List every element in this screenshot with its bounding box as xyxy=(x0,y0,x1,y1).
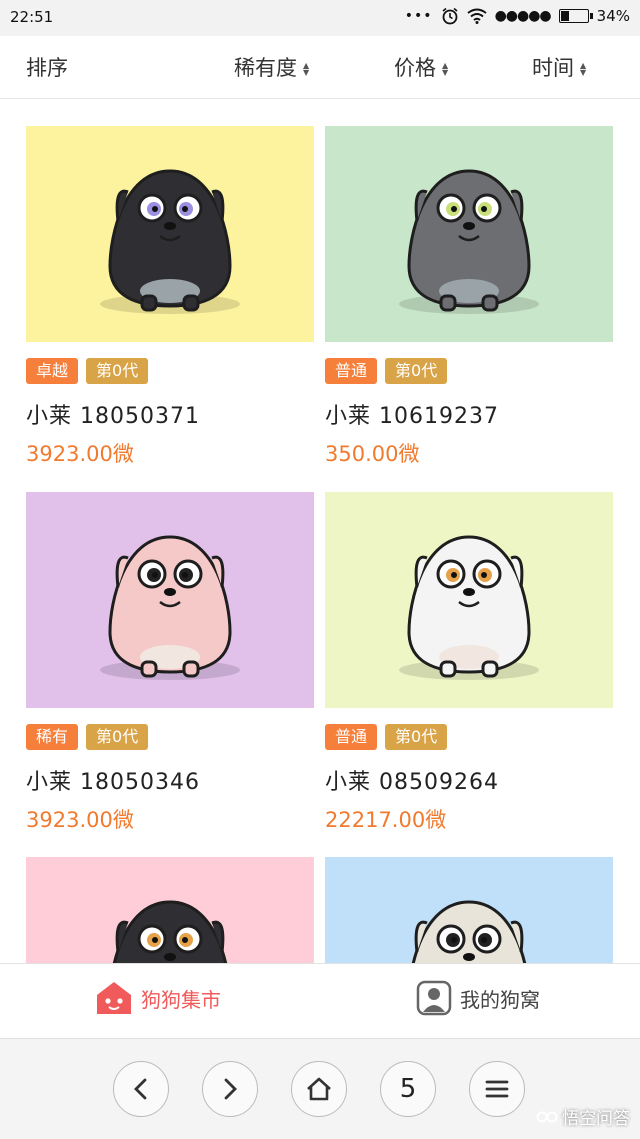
user-profile-icon xyxy=(416,980,452,1016)
watermark-text: 悟空问答 xyxy=(562,1109,630,1129)
dog-name-text: 小莱 xyxy=(26,404,73,429)
dog-illustration-icon xyxy=(26,492,314,708)
sort-by-price[interactable]: 价格 ▲ ▼ xyxy=(394,52,448,82)
sort-by-time[interactable]: 时间 ▲ ▼ xyxy=(532,52,586,82)
signal-icon: ●●●●● xyxy=(494,8,552,24)
dog-price: 3923.00微 xyxy=(26,808,134,832)
status-icons: ••• ●●●●● 34% xyxy=(405,7,630,25)
sort-option-label: 稀有度 xyxy=(234,56,297,80)
menu-button[interactable] xyxy=(469,1061,525,1117)
generation-tag: 第0代 xyxy=(385,724,448,750)
generation-tag: 第0代 xyxy=(86,358,149,384)
rarity-tag: 普通 xyxy=(325,724,378,750)
battery-percent: 34% xyxy=(596,7,630,25)
bottom-tab-bar: 狗狗集市 我的狗窝 xyxy=(0,963,640,1039)
back-button[interactable] xyxy=(113,1061,169,1117)
more-dots-icon: ••• xyxy=(404,8,433,24)
dog-id: 18050346 xyxy=(80,770,200,795)
alarm-icon xyxy=(442,7,458,25)
dog-image xyxy=(26,126,314,342)
dog-card[interactable]: 卓越 第0代 小莱 18050371 3923.00微 xyxy=(26,126,314,468)
generation-tag: 第0代 xyxy=(385,358,448,384)
rarity-tag: 稀有 xyxy=(26,724,79,750)
browser-nav-bar: 5 悟空问答 xyxy=(0,1038,640,1139)
forward-button[interactable] xyxy=(202,1061,258,1117)
dog-name: 小莱 08509264 xyxy=(325,764,613,796)
dog-name-text: 小莱 xyxy=(325,770,372,795)
dog-image xyxy=(26,857,314,963)
dog-id: 10619237 xyxy=(379,404,499,429)
battery-icon xyxy=(558,9,593,23)
home-button[interactable] xyxy=(291,1061,347,1117)
dog-id: 18050371 xyxy=(80,404,200,429)
generation-tag: 第0代 xyxy=(86,724,149,750)
dog-name-text: 小莱 xyxy=(325,404,372,429)
dog-illustration-icon xyxy=(26,857,314,963)
sort-option-label: 时间 xyxy=(532,56,574,80)
dog-name: 小莱 18050371 xyxy=(26,398,314,430)
status-time: 22:51 xyxy=(10,8,54,26)
sort-arrows-icon: ▲ ▼ xyxy=(580,61,587,77)
tabs-button[interactable]: 5 xyxy=(380,1061,436,1117)
home-icon xyxy=(307,1077,331,1101)
tab-dog-market[interactable]: 狗狗集市 xyxy=(95,980,221,1016)
dog-card[interactable] xyxy=(26,857,314,963)
sort-arrows-icon: ▲ ▼ xyxy=(442,61,449,77)
sort-label: 排序 xyxy=(26,56,68,80)
tab-my-kennel[interactable]: 我的狗窝 xyxy=(416,980,540,1016)
chevron-right-icon xyxy=(224,1078,237,1100)
dog-image xyxy=(325,492,613,708)
dog-image xyxy=(325,126,613,342)
dog-price: 350.00微 xyxy=(325,442,420,466)
dog-grid: 卓越 第0代 小莱 18050371 3923.00微 普通 第0代 小莱 106192… xyxy=(0,99,640,963)
dog-house-icon xyxy=(97,982,131,1014)
dog-card[interactable]: 普通 第0代 小莱 10619237 350.00微 xyxy=(325,126,613,468)
menu-icon xyxy=(485,1080,509,1098)
dog-name-text: 小莱 xyxy=(26,770,73,795)
dog-price: 3923.00微 xyxy=(26,442,134,466)
sort-arrows-icon: ▲ ▼ xyxy=(303,61,310,77)
status-bar: 22:51 ••• ●●●●● 34% xyxy=(0,0,640,36)
sort-by-rarity[interactable]: 稀有度 ▲ ▼ xyxy=(234,52,309,82)
dog-illustration-icon xyxy=(325,857,613,963)
dog-card[interactable]: 稀有 第0代 小莱 18050346 3923.00微 xyxy=(26,492,314,834)
dog-name: 小莱 10619237 xyxy=(325,398,613,430)
dog-card[interactable]: 普通 第0代 小莱 08509264 22217.00微 xyxy=(325,492,613,834)
tabs-count: 5 xyxy=(399,1074,417,1104)
sort-bar: 排序 稀有度 ▲ ▼ 价格 ▲ ▼ 时间 ▲ ▼ xyxy=(0,36,640,99)
rarity-tag: 普通 xyxy=(325,358,378,384)
dog-price: 22217.00微 xyxy=(325,808,447,832)
wifi-icon xyxy=(466,8,487,24)
dog-image xyxy=(26,492,314,708)
chevron-left-icon xyxy=(134,1078,147,1100)
watermark: 悟空问答 xyxy=(536,1104,630,1129)
dog-illustration-icon xyxy=(26,126,314,342)
dog-image xyxy=(325,857,613,963)
dog-card[interactable] xyxy=(325,857,613,963)
sort-option-label: 价格 xyxy=(394,56,436,80)
wukong-logo-icon xyxy=(536,1111,558,1122)
dog-name: 小莱 18050346 xyxy=(26,764,314,796)
rarity-tag: 卓越 xyxy=(26,358,79,384)
tab-label: 狗狗集市 xyxy=(141,987,221,1012)
dog-illustration-icon xyxy=(325,492,613,708)
dog-id: 08509264 xyxy=(379,770,499,795)
dog-illustration-icon xyxy=(325,126,613,342)
tab-label: 我的狗窝 xyxy=(460,987,540,1012)
